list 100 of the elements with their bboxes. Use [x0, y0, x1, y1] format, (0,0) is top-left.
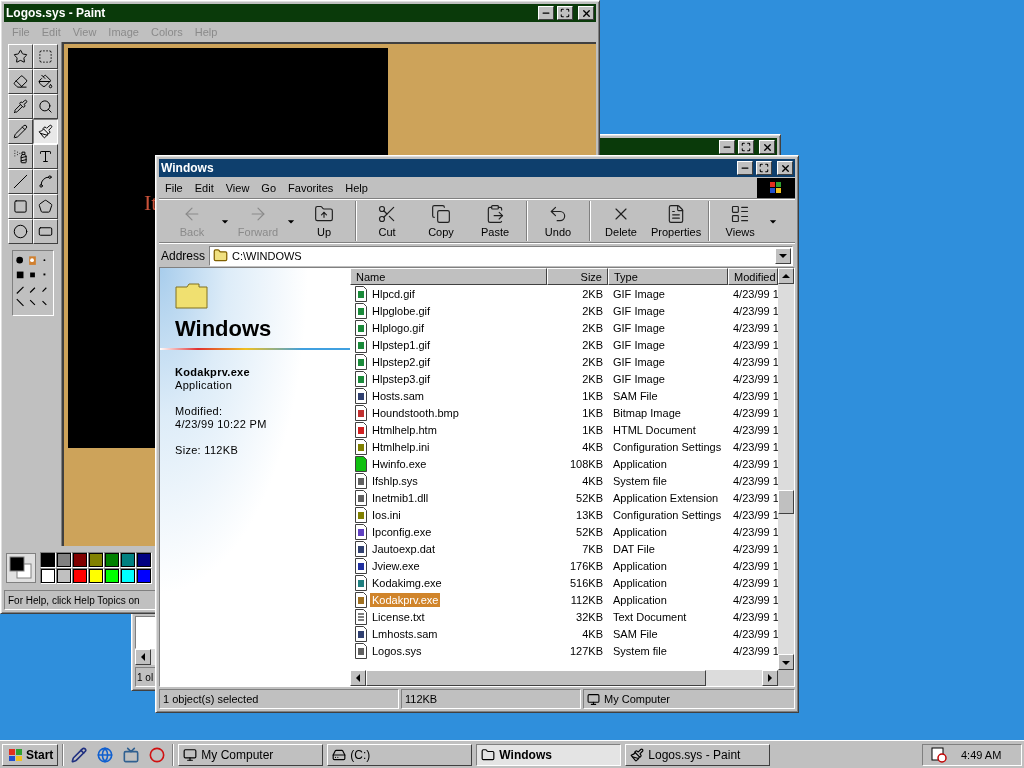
- scroll-left-button[interactable]: [350, 670, 366, 686]
- close-button[interactable]: [578, 6, 594, 20]
- vertical-scrollbar[interactable]: [778, 268, 794, 670]
- file-name-cell[interactable]: Ios.ini: [370, 507, 403, 522]
- file-name-cell[interactable]: Hlpglobe.gif: [370, 303, 433, 318]
- taskbar-button[interactable]: Logos.sys - Paint: [625, 743, 771, 766]
- minimize-button[interactable]: [538, 6, 554, 20]
- palette-swatch[interactable]: [120, 552, 136, 568]
- properties-button[interactable]: Properties: [648, 201, 705, 241]
- magnifier-tool[interactable]: [32, 94, 58, 119]
- menu-item[interactable]: Edit: [188, 181, 220, 194]
- taskbar-button[interactable]: (C:): [327, 743, 473, 766]
- file-name-cell[interactable]: Ifshlp.sys: [370, 473, 420, 488]
- scroll-left-button[interactable]: [135, 649, 151, 665]
- file-name-cell[interactable]: Kodakimg.exe: [370, 575, 444, 590]
- file-name-cell[interactable]: Jview.exe: [370, 558, 422, 573]
- file-name-cell[interactable]: Hlpcd.gif: [370, 286, 417, 301]
- minimize-button[interactable]: [737, 161, 753, 175]
- palette-swatch[interactable]: [104, 552, 120, 568]
- palette-swatch[interactable]: [40, 568, 56, 584]
- free-select-tool[interactable]: [7, 44, 33, 69]
- palette-swatch[interactable]: [72, 552, 88, 568]
- palette-swatch[interactable]: [56, 552, 72, 568]
- palette-swatch[interactable]: [120, 568, 136, 584]
- undo-button[interactable]: Undo: [531, 201, 585, 241]
- scroll-up-button[interactable]: [778, 268, 794, 284]
- taskbar-button[interactable]: Windows: [476, 743, 622, 766]
- column-header[interactable]: Name: [350, 268, 547, 285]
- column-header[interactable]: Size: [547, 268, 608, 285]
- file-name-cell[interactable]: Hlpstep3.gif: [370, 371, 433, 386]
- curve-tool[interactable]: [32, 169, 58, 194]
- scroll-down-button[interactable]: [778, 654, 794, 670]
- palette-swatch[interactable]: [88, 552, 104, 568]
- taskbar-button[interactable]: My Computer: [178, 743, 324, 766]
- eraser-tool[interactable]: [7, 69, 33, 94]
- picker-tool[interactable]: [7, 94, 33, 119]
- modified-label: Modified:: [174, 405, 224, 418]
- pencil-tool[interactable]: [7, 119, 33, 144]
- close-button[interactable]: [759, 140, 775, 154]
- scrollbar-thumb[interactable]: [778, 490, 794, 514]
- file-icon: [353, 472, 369, 489]
- select-tool[interactable]: [32, 44, 58, 69]
- file-name-cell[interactable]: Houndstooth.bmp: [370, 405, 461, 420]
- file-name-cell[interactable]: Ipconfig.exe: [370, 524, 434, 539]
- palette-swatch[interactable]: [40, 552, 56, 568]
- menu-item[interactable]: View: [219, 181, 256, 194]
- modified-cell-text: 4/23/99 1: [732, 338, 778, 351]
- file-name-cell[interactable]: License.txt: [370, 609, 427, 624]
- brush-tool[interactable]: [32, 119, 58, 144]
- file-name-cell[interactable]: Jautoexp.dat: [370, 541, 437, 556]
- maximize-button[interactable]: [756, 161, 772, 175]
- delete-button[interactable]: Delete: [594, 201, 648, 241]
- address-field[interactable]: C:\WINDOWS: [209, 245, 793, 266]
- column-header[interactable]: Modified: [728, 268, 778, 285]
- horizontal-scrollbar[interactable]: [350, 670, 794, 686]
- palette-swatch[interactable]: [136, 568, 152, 584]
- copy-icon: [431, 204, 451, 224]
- column-header[interactable]: Type: [608, 268, 728, 285]
- palette-swatch[interactable]: [56, 568, 72, 584]
- menu-item[interactable]: Help: [339, 181, 374, 194]
- paste-icon: [485, 204, 505, 224]
- menu-item[interactable]: Favorites: [282, 181, 340, 194]
- airbrush-tool[interactable]: [7, 144, 33, 169]
- menu-item[interactable]: Go: [255, 181, 283, 194]
- file-name-cell[interactable]: Inetmib1.dll: [370, 490, 431, 505]
- cut-button[interactable]: Cut: [360, 201, 414, 241]
- palette-swatch[interactable]: [136, 552, 152, 568]
- size-cell-text: 2KB: [581, 321, 604, 334]
- file-name-cell[interactable]: Hlpstep2.gif: [370, 354, 433, 369]
- file-name-cell[interactable]: Hlplogo.gif: [370, 320, 426, 335]
- file-name-cell[interactable]: Htmlhelp.ini: [370, 439, 432, 454]
- close-button[interactable]: [777, 161, 793, 175]
- up-button[interactable]: Up: [297, 201, 351, 241]
- palette-swatch[interactable]: [72, 568, 88, 584]
- palette-swatch[interactable]: [104, 568, 120, 584]
- scroll-right-button[interactable]: [762, 670, 778, 686]
- modified-cell-text: 4/23/99 1: [732, 440, 778, 453]
- line-tool[interactable]: [7, 169, 33, 194]
- fill-tool[interactable]: [32, 69, 58, 94]
- file-name-cell[interactable]: Htmlhelp.htm: [370, 422, 439, 437]
- file-name-cell[interactable]: Lmhosts.sam: [370, 626, 440, 641]
- ellipse-tool[interactable]: [7, 219, 33, 244]
- minimize-button[interactable]: [719, 140, 735, 154]
- copy-button[interactable]: Copy: [414, 201, 468, 241]
- start-button[interactable]: Start: [2, 743, 59, 766]
- rectangle-tool[interactable]: [7, 194, 33, 219]
- menu-item[interactable]: File: [159, 181, 189, 194]
- maximize-button[interactable]: [738, 140, 754, 154]
- file-name-cell[interactable]: Hosts.sam: [370, 388, 426, 403]
- file-name-cell[interactable]: Hwinfo.exe: [370, 456, 429, 471]
- rounded-rectangle-tool[interactable]: [32, 219, 58, 244]
- polygon-tool[interactable]: [32, 194, 58, 219]
- text-tool[interactable]: [32, 144, 58, 169]
- file-name-cell[interactable]: Hlpstep1.gif: [370, 337, 433, 352]
- paste-button[interactable]: Paste: [468, 201, 522, 241]
- views-button[interactable]: Views: [713, 201, 768, 241]
- palette-swatch[interactable]: [88, 568, 104, 584]
- file-name-cell[interactable]: Logos.sys: [370, 643, 424, 658]
- maximize-button[interactable]: [557, 6, 573, 20]
- address-dropdown-button[interactable]: [775, 247, 791, 264]
